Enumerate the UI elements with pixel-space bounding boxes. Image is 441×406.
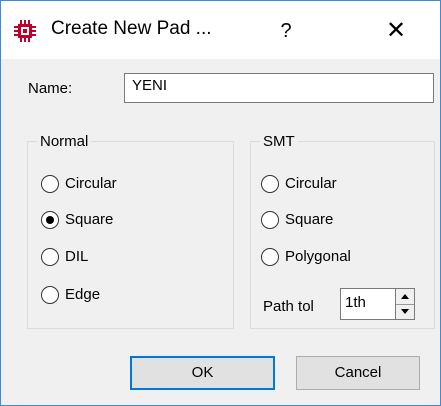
spin-down-button[interactable] — [396, 304, 414, 319]
radio-circle — [261, 175, 279, 193]
radio-circle — [261, 248, 279, 266]
name-label: Name: — [28, 80, 73, 97]
close-button[interactable]: ✕ — [376, 14, 416, 48]
spin-up-button[interactable] — [396, 289, 414, 305]
radio-label: Square — [65, 211, 114, 228]
radio-circle — [261, 211, 279, 229]
radio-circle-checked — [41, 211, 59, 229]
radio-label: DIL — [65, 248, 89, 265]
path-tol-input[interactable]: 1th — [340, 288, 396, 320]
path-tol-spinner — [396, 288, 415, 320]
create-new-pad-dialog: Create New Pad ... ? ✕ Name: YENI Normal… — [0, 0, 441, 406]
radio-label: Circular — [285, 175, 337, 192]
dialog-body: Name: YENI Normal Circular Square DIL Ed… — [1, 59, 440, 405]
name-input[interactable]: YENI — [124, 73, 434, 103]
window-title: Create New Pad ... — [51, 18, 212, 39]
path-tol-label: Path tol — [263, 298, 314, 315]
normal-group: Normal — [27, 133, 234, 329]
ok-button[interactable]: OK — [130, 356, 275, 390]
triangle-down-icon — [401, 309, 409, 314]
chip-icon — [12, 18, 38, 44]
radio-label: Circular — [65, 175, 117, 192]
normal-group-legend: Normal — [40, 133, 89, 150]
radio-circle — [41, 175, 59, 193]
triangle-up-icon — [401, 294, 409, 299]
smt-group-legend: SMT — [263, 133, 295, 150]
radio-label: Polygonal — [285, 248, 351, 265]
radio-label: Square — [285, 211, 334, 228]
title-bar[interactable]: Create New Pad ... ? ✕ — [1, 1, 440, 59]
radio-label: Edge — [65, 286, 101, 303]
help-button[interactable]: ? — [271, 14, 301, 48]
cancel-button[interactable]: Cancel — [296, 356, 420, 390]
radio-circle — [41, 248, 59, 266]
radio-circle — [41, 286, 59, 304]
